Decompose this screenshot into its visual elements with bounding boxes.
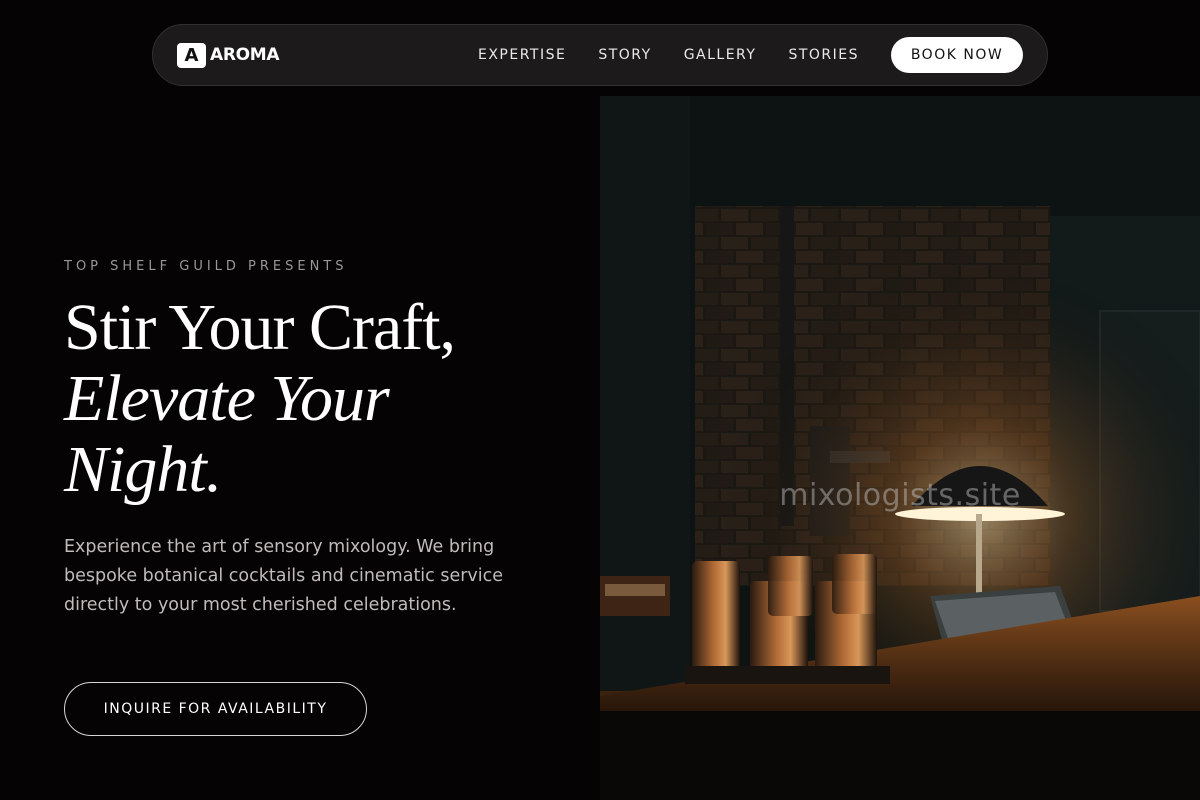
headline-line-2: Elevate Your: [64, 362, 390, 435]
brand-name: AROMA: [210, 45, 280, 65]
nav-link-story[interactable]: STORY: [598, 47, 651, 63]
hero-eyebrow: TOP SHELF GUILD PRESENTS: [64, 259, 348, 274]
headline-line-1: Stir Your Craft,: [64, 291, 456, 364]
book-now-button[interactable]: BOOK NOW: [891, 37, 1023, 73]
nav-links: EXPERTISE STORY GALLERY STORIES BOOK NOW: [478, 37, 1023, 73]
top-navbar: A AROMA EXPERTISE STORY GALLERY STORIES …: [152, 24, 1048, 86]
nav-link-gallery[interactable]: GALLERY: [684, 47, 757, 63]
hero-headline: Stir Your Craft, Elevate Your Night.: [64, 291, 456, 506]
nav-link-expertise[interactable]: EXPERTISE: [478, 47, 566, 63]
headline-line-3: Night.: [64, 433, 222, 506]
hero-bar-image: [600, 96, 1200, 800]
logo-mark: A: [177, 42, 206, 68]
inquire-button[interactable]: INQUIRE FOR AVAILABILITY: [64, 682, 367, 736]
hero-intro: Experience the art of sensory mixology. …: [64, 537, 504, 615]
brand-logo[interactable]: A AROMA: [177, 42, 280, 68]
nav-link-stories[interactable]: STORIES: [788, 47, 859, 63]
